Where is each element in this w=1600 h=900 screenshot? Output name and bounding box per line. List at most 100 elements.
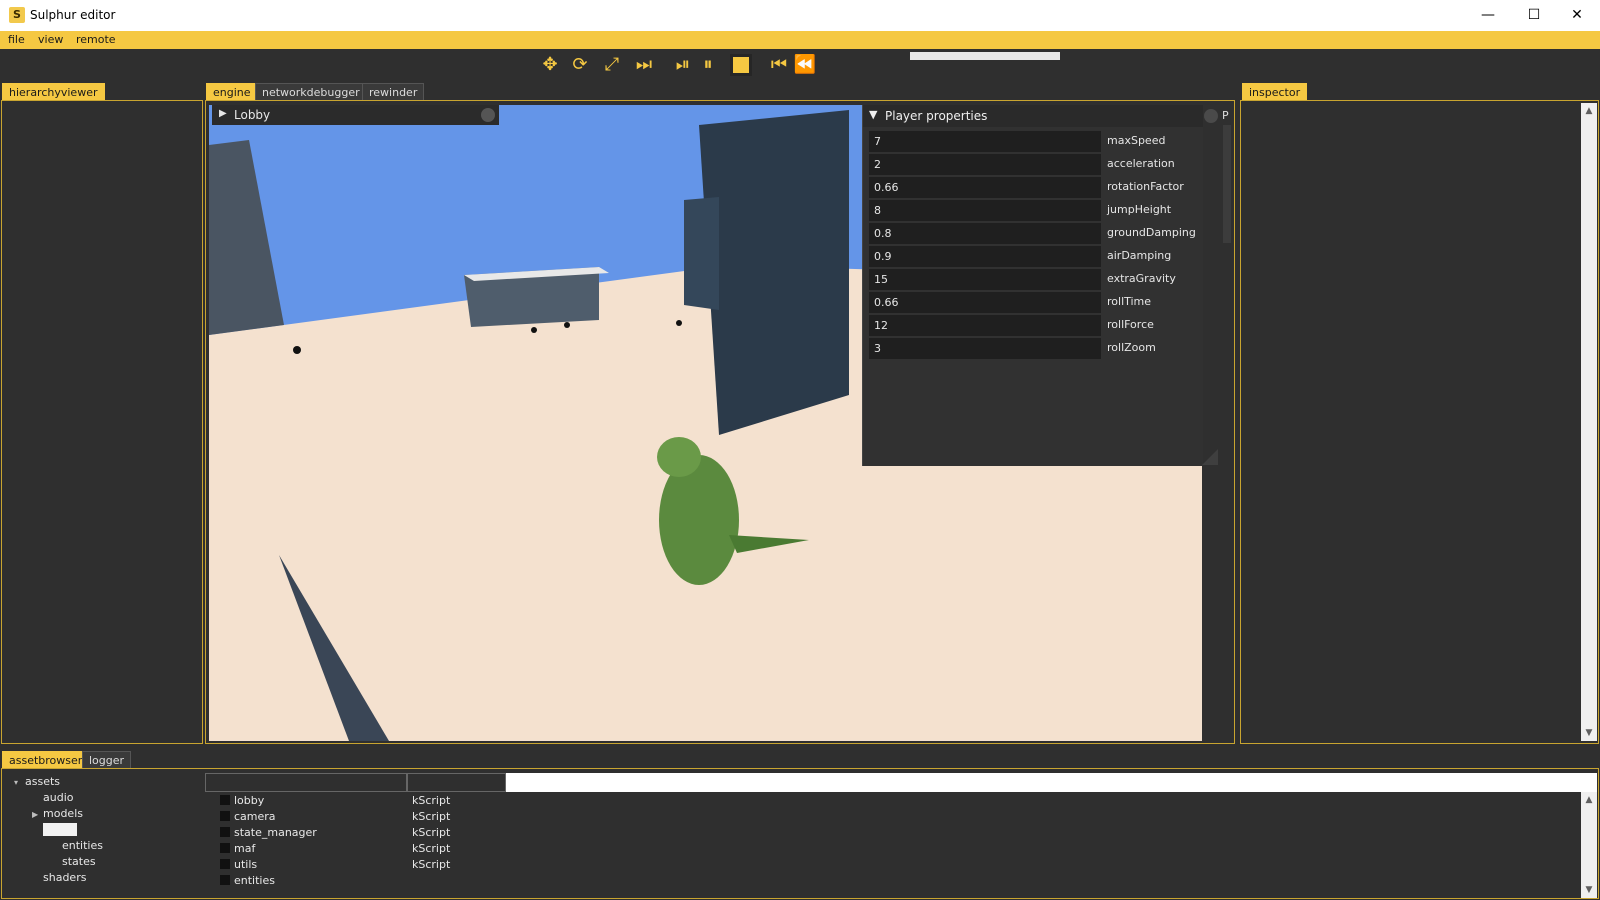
property-row: 2 acceleration xyxy=(869,154,1199,175)
app-icon: S xyxy=(9,7,25,23)
tree-item-selected[interactable] xyxy=(43,823,77,836)
file-row[interactable]: camera xyxy=(220,810,276,823)
debris xyxy=(564,322,570,328)
player-properties-window: ▼ Player properties 7 maxSpeed 2 acceler… xyxy=(862,105,1203,466)
property-row: 0.66 rollTime xyxy=(869,292,1199,313)
step-forward-icon[interactable]: ⏯ xyxy=(670,53,696,77)
property-row: 7 maxSpeed xyxy=(869,131,1199,152)
tree-item-models[interactable]: models xyxy=(43,807,83,820)
step-back-icon[interactable]: ⏮ xyxy=(766,53,792,77)
file-icon xyxy=(220,859,230,869)
menu-bar: file view remote xyxy=(0,31,1600,49)
rotate-icon[interactable]: ⟳ xyxy=(567,53,593,77)
property-value-field[interactable]: 0.8 xyxy=(869,223,1101,244)
property-value-field[interactable]: 0.9 xyxy=(869,246,1101,267)
tree-item-entities[interactable]: entities xyxy=(62,839,103,852)
tab-hierarchyviewer[interactable]: hierarchyviewer xyxy=(2,83,105,100)
property-value-field[interactable]: 0.66 xyxy=(869,292,1101,313)
file-row[interactable]: utils xyxy=(220,858,257,871)
property-name: groundDamping xyxy=(1107,226,1196,239)
close-button[interactable]: ✕ xyxy=(1554,0,1600,31)
file-row[interactable]: lobby xyxy=(220,794,264,807)
stop-icon[interactable] xyxy=(730,54,752,76)
file-name: entities xyxy=(234,874,275,887)
tall-wall-side xyxy=(684,197,719,310)
tab-assetbrowser[interactable]: assetbrowser xyxy=(2,751,90,768)
maximize-button[interactable]: ☐ xyxy=(1511,0,1557,31)
collapse-arrow-icon[interactable]: ▼ xyxy=(869,108,877,121)
tree-item-shaders[interactable]: shaders xyxy=(43,871,86,884)
property-row: 0.66 rotationFactor xyxy=(869,177,1199,198)
debris xyxy=(293,346,301,354)
file-name: lobby xyxy=(234,794,265,807)
title-bar: S Sulphur editor — ☐ ✕ xyxy=(0,0,1600,31)
property-name: jumpHeight xyxy=(1107,203,1172,216)
toolbar: ✥ ⟳ ⤢ ⏭ ⏯ ⏸ ⏮ ⏪ xyxy=(0,49,1600,82)
menu-file[interactable]: file xyxy=(8,33,25,46)
tab-networkdebugger[interactable]: networkdebugger xyxy=(255,83,367,100)
property-value-field[interactable]: 2 xyxy=(869,154,1101,175)
tab-inspector[interactable]: inspector xyxy=(1242,83,1308,100)
hierarchy-panel xyxy=(1,100,203,744)
properties-scrollbar[interactable] xyxy=(1223,125,1231,243)
property-name: extraGravity xyxy=(1107,272,1176,285)
file-icon xyxy=(220,827,230,837)
debris xyxy=(676,320,682,326)
scroll-up-icon[interactable]: ▲ xyxy=(1581,792,1597,808)
menu-remote[interactable]: remote xyxy=(76,33,116,46)
tab-logger[interactable]: logger xyxy=(82,751,132,768)
scene-selector[interactable]: ▶ Lobby xyxy=(212,105,499,125)
tree-collapsed-icon[interactable]: ▶ xyxy=(32,810,38,819)
character-head xyxy=(657,437,701,477)
file-name: state_manager xyxy=(234,826,317,839)
file-name: utils xyxy=(234,858,258,871)
debris xyxy=(531,327,537,333)
tree-item-audio[interactable]: audio xyxy=(43,791,73,804)
property-name: acceleration xyxy=(1107,157,1175,170)
properties-close-dot[interactable] xyxy=(1204,109,1218,123)
inspector-panel xyxy=(1240,100,1599,744)
pause-icon[interactable]: ⏸ xyxy=(695,53,721,77)
property-value-field[interactable]: 15 xyxy=(869,269,1101,290)
property-value-field[interactable]: 7 xyxy=(869,131,1101,152)
scroll-down-icon[interactable]: ▼ xyxy=(1581,725,1597,741)
menu-view[interactable]: view xyxy=(38,33,63,46)
property-value-field[interactable]: 0.66 xyxy=(869,177,1101,198)
player-properties-header[interactable]: ▼ Player properties xyxy=(863,105,1203,127)
property-name: rollTime xyxy=(1107,295,1152,308)
property-row: 0.8 groundDamping xyxy=(869,223,1199,244)
column-header-name[interactable] xyxy=(205,773,407,792)
rewind-icon[interactable]: ⏪ xyxy=(792,53,818,77)
file-row[interactable]: maf xyxy=(220,842,255,855)
scale-icon[interactable]: ⤢ xyxy=(599,53,625,77)
property-name: airDamping xyxy=(1107,249,1172,262)
file-row[interactable]: state_manager xyxy=(220,826,317,839)
fast-forward-icon[interactable]: ⏭ xyxy=(631,53,657,77)
column-header-type[interactable] xyxy=(407,773,506,792)
tab-rewinder[interactable]: rewinder xyxy=(362,83,425,100)
scroll-down-icon[interactable]: ▼ xyxy=(1581,882,1597,898)
file-type: kScript xyxy=(412,858,451,871)
scene-close-dot[interactable] xyxy=(481,108,495,122)
property-value-field[interactable]: 8 xyxy=(869,200,1101,221)
move-icon[interactable]: ✥ xyxy=(537,53,563,77)
tree-expand-icon[interactable]: ▾ xyxy=(14,778,18,787)
tab-engine[interactable]: engine xyxy=(206,83,258,100)
scroll-up-icon[interactable]: ▲ xyxy=(1581,103,1597,119)
minimize-button[interactable]: — xyxy=(1465,0,1511,31)
file-icon xyxy=(220,811,230,821)
property-row: 15 extraGravity xyxy=(869,269,1199,290)
inspector-scrollbar[interactable]: ▲ ▼ xyxy=(1581,103,1597,741)
property-value-field[interactable]: 12 xyxy=(869,315,1101,336)
file-list-scrollbar[interactable]: ▲ ▼ xyxy=(1581,792,1597,898)
tree-item-states[interactable]: states xyxy=(62,855,96,868)
property-name: rotationFactor xyxy=(1107,180,1184,193)
file-type: kScript xyxy=(412,810,451,823)
tree-item-assets[interactable]: assets xyxy=(25,775,60,788)
property-value-field[interactable]: 3 xyxy=(869,338,1101,359)
property-row: 3 rollZoom xyxy=(869,338,1199,359)
file-row[interactable]: entities xyxy=(220,874,275,887)
player-properties-title: Player properties xyxy=(885,109,988,123)
expand-arrow-icon[interactable]: ▶ xyxy=(219,108,227,119)
resize-grip-icon[interactable] xyxy=(1202,449,1218,465)
